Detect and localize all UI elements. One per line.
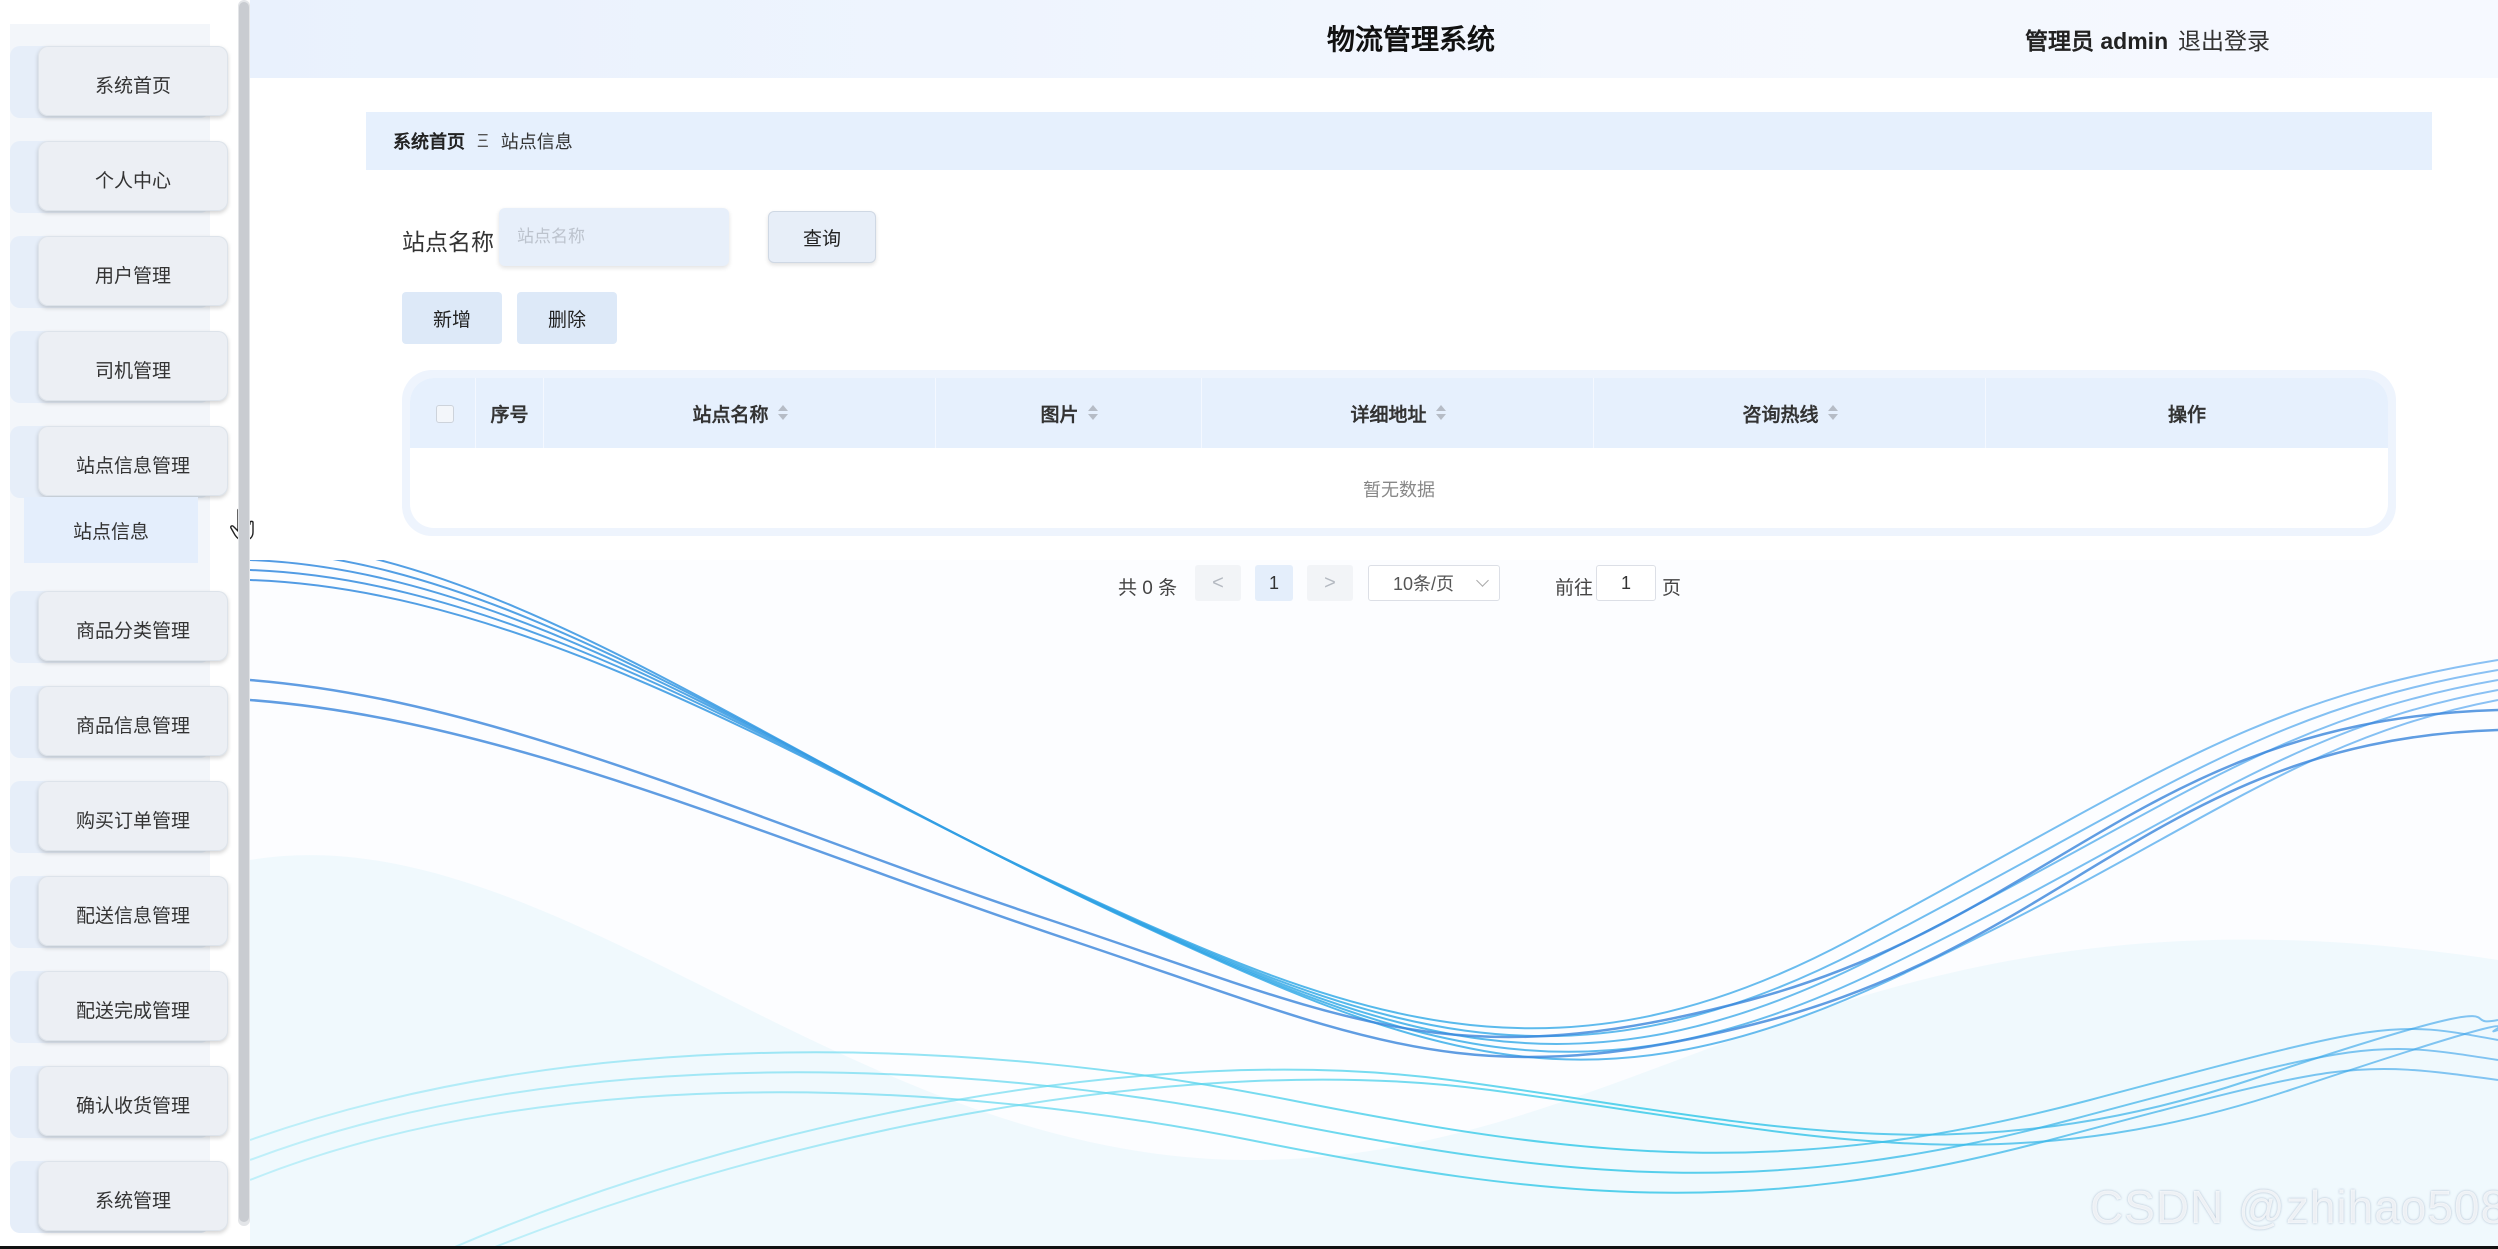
- column-header-hotline[interactable]: 咨询热线: [1594, 378, 1986, 448]
- breadcrumb-current: 站点信息: [500, 132, 573, 152]
- sidebar-item-label: 系统首页: [38, 46, 228, 116]
- sidebar-item-label: 商品信息管理: [38, 686, 228, 756]
- sidebar-item-label: 系统管理: [38, 1161, 228, 1231]
- breadcrumb-home[interactable]: 系统首页: [393, 128, 465, 154]
- scrollbar-thumb[interactable]: [239, 2, 249, 1222]
- background-waves: [250, 560, 2498, 1249]
- sidebar-item-label: 购买订单管理: [38, 781, 228, 851]
- sidebar-item-label: 配送信息管理: [38, 876, 228, 946]
- sort-icon[interactable]: [1827, 404, 1838, 422]
- chevron-down-icon: [1476, 574, 1489, 587]
- empty-state-text: 暂无数据: [1363, 480, 1435, 500]
- sidebar-item-stations[interactable]: 站点信息管理: [10, 426, 228, 498]
- sidebar-item-receipt[interactable]: 确认收货管理: [10, 1066, 228, 1138]
- column-header-station-name[interactable]: 站点名称: [544, 378, 936, 448]
- sidebar-item-orders[interactable]: 购买订单管理: [10, 781, 228, 853]
- pagination-total: 共 0 条: [1118, 578, 1178, 599]
- submenu-item-station-info[interactable]: 站点信息: [24, 497, 198, 563]
- column-header-label: 操作: [2167, 404, 2206, 426]
- sidebar-item-drivers[interactable]: 司机管理: [10, 331, 228, 403]
- select-all-checkbox[interactable]: [436, 405, 454, 423]
- sidebar-item-label: 个人中心: [38, 141, 228, 211]
- column-header-label: 序号: [490, 404, 529, 426]
- table-body: 序号 站点名称 图片 详细地址 咨询热线 操作 暂无数据: [410, 378, 2388, 528]
- delete-button[interactable]: 删除: [517, 292, 617, 344]
- sidebar-item-label: 司机管理: [38, 331, 228, 401]
- sidebar-item-profile[interactable]: 个人中心: [10, 141, 228, 213]
- sidebar-item-home[interactable]: 系统首页: [10, 46, 228, 118]
- logout-link[interactable]: 退出登录: [2178, 22, 2270, 56]
- sidebar-item-categories[interactable]: 商品分类管理: [10, 591, 228, 663]
- sort-icon[interactable]: [1087, 404, 1098, 422]
- sort-icon[interactable]: [777, 404, 788, 422]
- sort-icon[interactable]: [1435, 404, 1446, 422]
- sidebar-item-label: 用户管理: [38, 236, 228, 306]
- sidebar-item-label: 确认收货管理: [38, 1066, 228, 1136]
- data-table: 序号 站点名称 图片 详细地址 咨询热线 操作 暂无数据: [402, 370, 2396, 536]
- current-user: 管理员 admin: [2025, 28, 2169, 54]
- column-header-label: 详细地址: [1350, 404, 1427, 426]
- goto-label: 前往: [1555, 578, 1594, 599]
- goto-suffix: 页: [1662, 578, 1682, 599]
- sidebar: 系统首页 个人中心 用户管理 司机管理 站点信息管理 站点信息 商品分类管理 商…: [0, 0, 254, 1249]
- sidebar-item-system[interactable]: 系统管理: [10, 1161, 228, 1233]
- query-button[interactable]: 查询: [768, 211, 876, 263]
- breadcrumb: 系统首页 Ξ 站点信息: [366, 112, 2432, 170]
- select-column-header: [410, 378, 476, 448]
- watermark: CSDN @zhihao508: [2090, 1181, 2498, 1233]
- prev-page-button[interactable]: <: [1195, 565, 1241, 601]
- page-size-value: 10条/页: [1393, 574, 1455, 594]
- sidebar-item-label: 商品分类管理: [38, 591, 228, 661]
- column-header-index: 序号: [476, 378, 544, 448]
- search-label: 站点名称: [402, 229, 494, 255]
- table-header: 序号 站点名称 图片 详细地址 咨询热线 操作: [410, 378, 2388, 448]
- column-header-label: 站点名称: [692, 404, 769, 426]
- app-title: 物流管理系统: [1327, 24, 1496, 55]
- sidebar-item-users[interactable]: 用户管理: [10, 236, 228, 308]
- sidebar-scrollbar[interactable]: [238, 0, 250, 1226]
- page-size-select[interactable]: 10条/页: [1368, 565, 1500, 601]
- sidebar-item-label: 配送完成管理: [38, 971, 228, 1041]
- goto-page-input[interactable]: [1596, 565, 1656, 601]
- add-button[interactable]: 新增: [402, 292, 502, 344]
- sidebar-item-label: 站点信息管理: [38, 426, 228, 496]
- column-header-address[interactable]: 详细地址: [1202, 378, 1594, 448]
- page-number-button[interactable]: 1: [1255, 565, 1293, 601]
- sidebar-item-products[interactable]: 商品信息管理: [10, 686, 228, 758]
- breadcrumb-separator-icon: Ξ: [477, 130, 489, 151]
- station-name-search-input[interactable]: [499, 208, 729, 266]
- sidebar-item-delivery-done[interactable]: 配送完成管理: [10, 971, 228, 1043]
- column-header-actions: 操作: [1986, 378, 2388, 448]
- column-header-image[interactable]: 图片: [936, 378, 1202, 448]
- next-page-button[interactable]: >: [1307, 565, 1353, 601]
- column-header-label: 图片: [1040, 404, 1079, 426]
- column-header-label: 咨询热线: [1742, 404, 1819, 426]
- sidebar-item-delivery[interactable]: 配送信息管理: [10, 876, 228, 948]
